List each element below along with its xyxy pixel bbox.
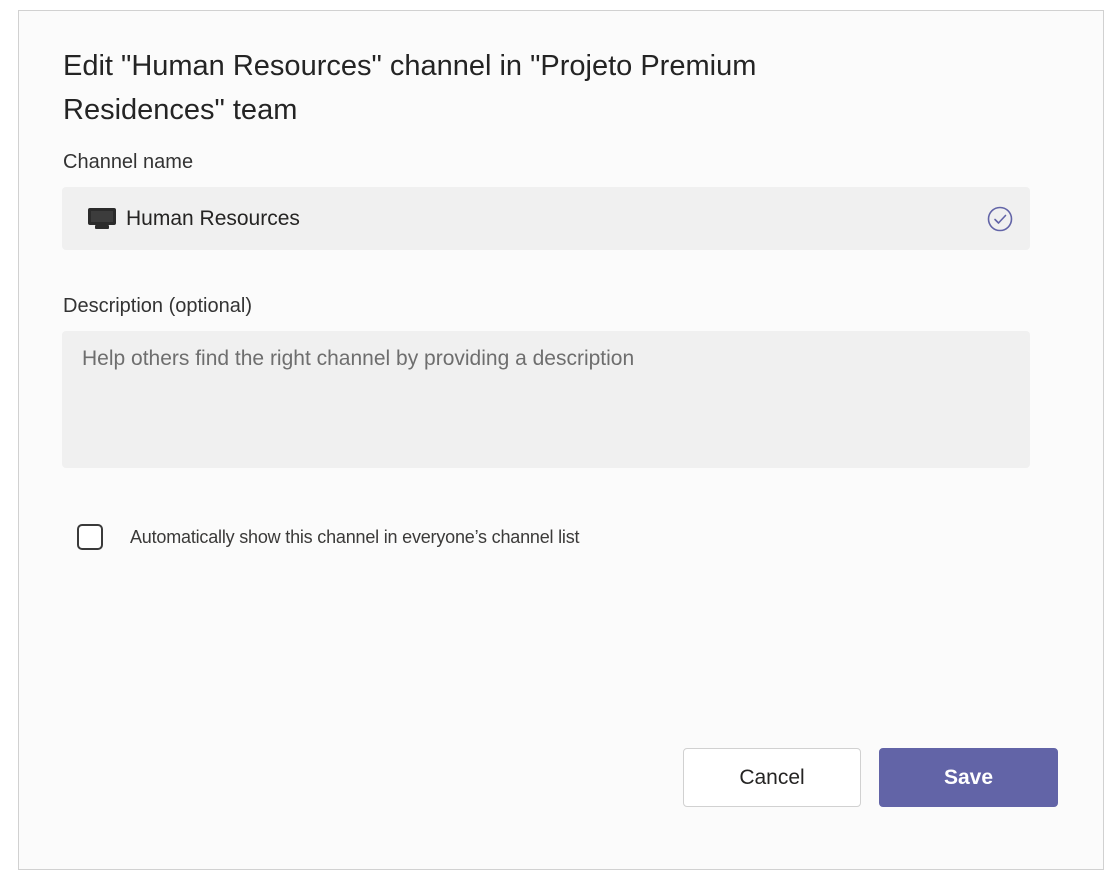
auto-show-option[interactable]: Automatically show this channel in every… xyxy=(77,523,580,551)
dialog-title: Edit "Human Resources" channel in "Proje… xyxy=(63,50,757,126)
edit-channel-dialog: Edit "Human Resources" channel in "Proje… xyxy=(18,10,1104,870)
channel-name-label: Channel name xyxy=(63,151,194,173)
cancel-button[interactable]: Cancel xyxy=(683,748,861,807)
channel-icon xyxy=(88,208,116,229)
auto-show-checkbox[interactable] xyxy=(77,524,103,550)
description-label: Description (optional) xyxy=(63,295,252,317)
check-circle-icon xyxy=(987,206,1013,232)
auto-show-label[interactable]: Automatically show this channel in every… xyxy=(130,527,580,548)
save-button[interactable]: Save xyxy=(879,748,1058,807)
description-input[interactable] xyxy=(62,331,1030,468)
channel-name-field[interactable] xyxy=(62,187,1030,250)
channel-name-input[interactable] xyxy=(126,207,986,231)
